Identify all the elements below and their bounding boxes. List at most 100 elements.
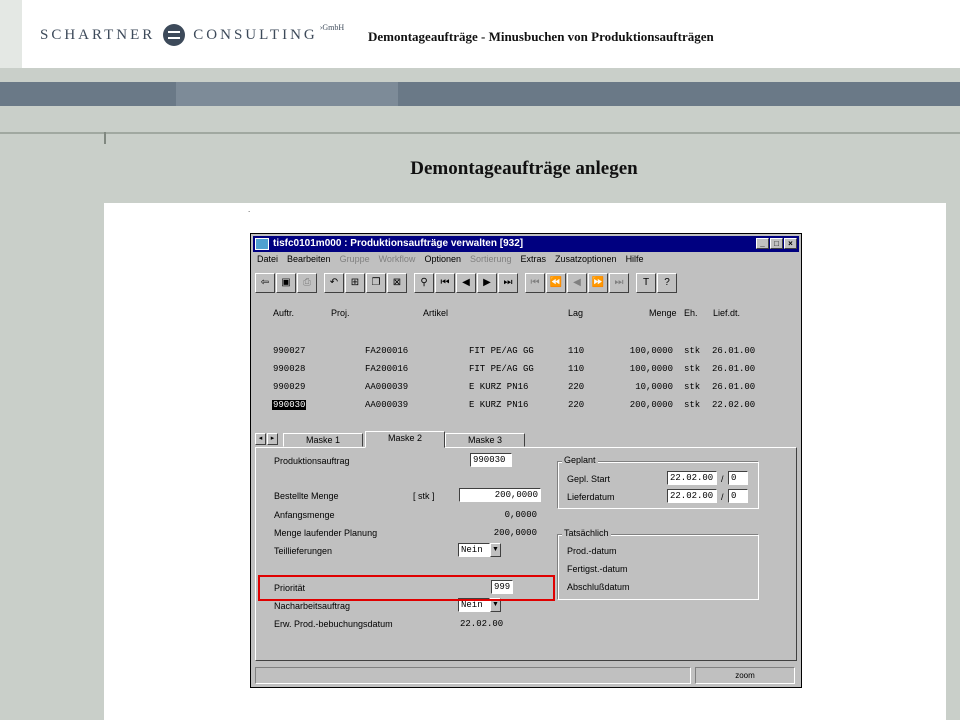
cell-lag: 220 [568,400,585,410]
menu-sortierung[interactable]: Sortierung [470,254,512,268]
produktionsauftrag-label: Produktionsauftrag [274,456,350,466]
menu-extras[interactable]: Extras [521,254,547,268]
menge-planung-value: 200,0000 [493,528,537,538]
anfangsmenge-label: Anfangsmenge [274,510,335,520]
col-header-proj: Proj. [331,308,350,318]
cell-proj: FA200016 [365,346,409,356]
save-icon[interactable]: ▣ [276,273,296,293]
cell-menge: 100,0000 [629,346,673,356]
last-record-icon[interactable]: ⏭ [498,273,518,293]
banner-highlight [176,82,398,106]
content-rule [0,132,960,134]
teillieferungen-select[interactable]: Nein ▼ [458,543,501,557]
tab-scroll-left-icon[interactable]: ◂ [255,433,266,445]
menu-gruppe[interactable]: Gruppe [340,254,370,268]
window-titlebar[interactable]: tisfc0101m000 : Produktionsaufträge verw… [253,236,799,252]
col-header-eh: Eh. [684,308,698,318]
tab-maske-3[interactable]: Maske 3 [445,433,525,447]
cell-eh: stk [684,346,701,356]
col-header-menge: Menge [649,308,677,318]
bestellte-menge-field[interactable]: 200,0000 [459,488,541,502]
minimize-button[interactable]: _ [756,238,769,249]
cell-auftr: 990028 [273,364,306,374]
first-record-icon[interactable]: ⏮ [435,273,455,293]
logo-text-left: SCHARTNER [40,26,156,43]
cell-auftr: 990029 [273,382,306,392]
cell-menge: 10,0000 [635,382,673,392]
rule-tick [104,132,106,144]
bestellte-menge-label: Bestellte Menge [274,491,339,501]
prev-set-icon[interactable]: ⏪ [546,273,566,293]
gepl-start-slash: / [721,474,724,484]
tab-scroll-right-icon[interactable]: ▸ [267,433,278,445]
gepl-start-time-field[interactable]: 0 [728,471,748,485]
exit-icon[interactable]: ⇦ [255,273,275,293]
cell-artikel: FIT PE/AG GG [469,364,534,374]
menu-datei[interactable]: Datei [257,254,278,268]
lieferdatum-label: Lieferdatum [567,492,615,502]
app-window: tisfc0101m000 : Produktionsaufträge verw… [250,233,802,688]
menu-optionen[interactable]: Optionen [424,254,461,268]
find-icon[interactable]: ⚲ [414,273,434,293]
cell-lief: 26.01.00 [712,346,756,356]
forward-icon[interactable]: ⏩ [588,273,608,293]
erw-value: 22.02.00 [460,619,504,629]
tab-maske-1[interactable]: Maske 1 [283,433,363,447]
page-header: SCHARTNER CONSULTING ›GmbH Demontageauft… [0,0,960,68]
insert-record-icon[interactable]: ⊞ [345,273,365,293]
erw-label: Erw. Prod.-bebuchungsdatum [274,619,393,629]
next-record-icon[interactable]: ▶ [477,273,497,293]
cell-artikel: E KURZ PN16 [469,400,529,410]
app-icon[interactable] [255,238,269,250]
copy-record-icon[interactable]: ❐ [366,273,386,293]
zoom-indicator[interactable]: zoom [695,667,795,684]
maximize-button[interactable]: □ [770,238,783,249]
prod-datum-label: Prod.-datum [567,546,617,556]
company-logo: SCHARTNER CONSULTING ›GmbH [40,23,344,46]
help-pointer-icon[interactable]: ? [657,273,677,293]
col-header-artikel: Artikel [423,308,449,318]
menu-zusatzoptionen[interactable]: Zusatzoptionen [555,254,617,268]
cell-eh: stk [684,382,701,392]
cell-menge: 100,0000 [629,364,673,374]
tab-maske-2[interactable]: Maske 2 [365,431,445,448]
previous-record-icon[interactable]: ◀ [456,273,476,293]
cell-lag: 110 [568,364,585,374]
gepl-start-field[interactable]: 22.02.00 [667,471,717,485]
nacharbeit-label: Nacharbeitsauftrag [274,601,351,611]
cell-auftr: 990030 [272,400,307,410]
undo-icon[interactable]: ↶ [324,273,344,293]
teillieferungen-value: Nein [458,543,490,557]
priority-highlight-box [258,575,555,601]
cell-lief: 22.02.00 [712,400,756,410]
menu-bearbeiten[interactable]: Bearbeiten [287,254,331,268]
teillieferungen-label: Teillieferungen [274,546,333,556]
divider-bar [0,68,960,82]
col-header-lag: Lag [568,308,584,318]
stray-dot: . [248,205,251,214]
menu-hilfe[interactable]: Hilfe [626,254,644,268]
status-message [255,667,691,684]
cell-lief: 26.01.00 [712,364,756,374]
menu-workflow[interactable]: Workflow [379,254,416,268]
first-set-icon[interactable]: ⏮ [525,273,545,293]
col-header-lief: Lief.dt. [713,308,741,318]
delete-record-icon[interactable]: ⊠ [387,273,407,293]
col-header-auftr: Auftr. [273,308,295,318]
cell-auftr: 990027 [273,346,306,356]
cell-proj: AA000039 [365,382,409,392]
header-title: Demontageaufträge - Minusbuchen von Prod… [368,29,714,44]
cell-artikel: FIT PE/AG GG [469,346,534,356]
rewind-icon[interactable]: ◀ [567,273,587,293]
cell-lag: 220 [568,382,585,392]
lieferdatum-field[interactable]: 22.02.00 [667,489,717,503]
produktionsauftrag-field[interactable]: 990030 [470,453,512,467]
lieferdatum-time-field[interactable]: 0 [728,489,748,503]
text-icon[interactable]: T [636,273,656,293]
last-set-icon[interactable]: ⏭ [609,273,629,293]
close-button[interactable]: × [784,238,797,249]
chevron-down-icon[interactable]: ▼ [490,543,501,557]
print-icon[interactable]: ⎙ [297,273,317,293]
abschluss-datum-label: Abschlußdatum [567,582,630,592]
cell-proj: AA000039 [365,400,409,410]
